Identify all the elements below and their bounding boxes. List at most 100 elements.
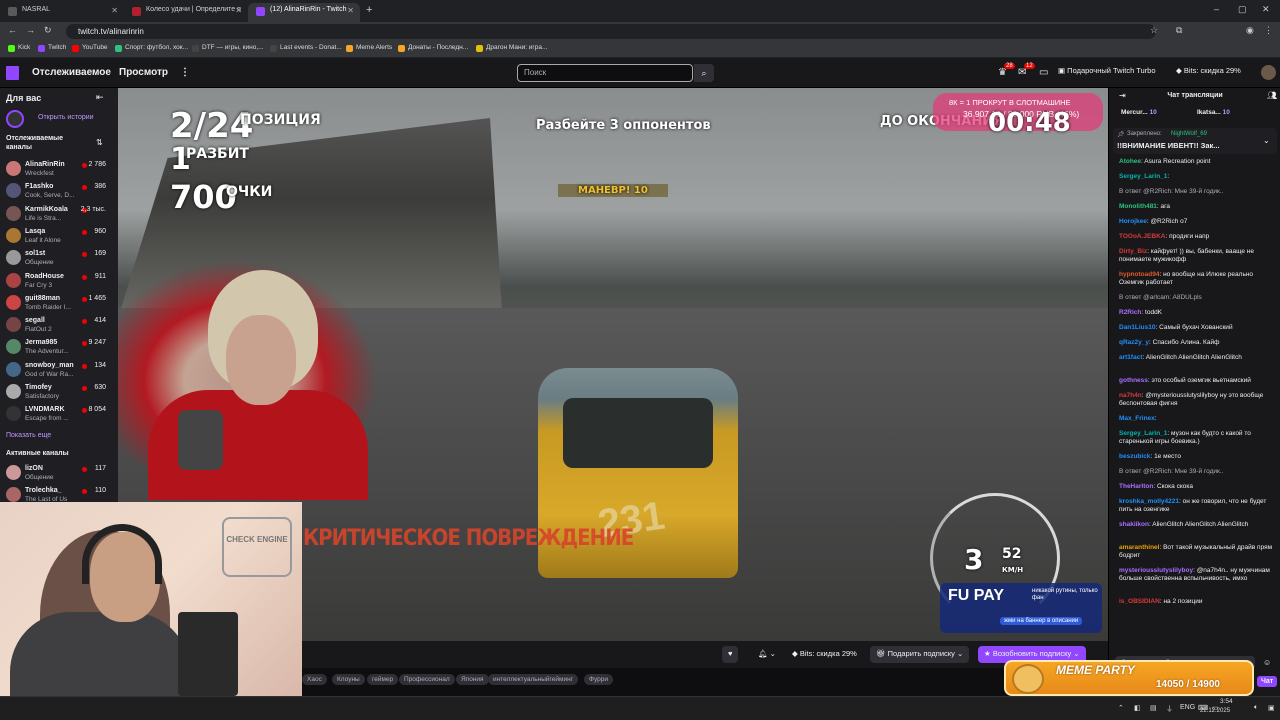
sort-icon[interactable]: ⇅ [96,138,103,147]
chat-send-button[interactable]: Чат [1257,676,1278,687]
url-field[interactable]: twitch.tv/alinarinrin [66,24,1156,39]
reload-icon[interactable]: ↻ [44,25,52,36]
stories-avatar[interactable] [6,110,24,128]
show-more-link[interactable]: Показать еще [6,432,51,439]
clock-date[interactable]: 22.12.2025 [1200,708,1230,714]
back-icon[interactable]: ← [8,25,17,35]
forward-icon[interactable]: → [26,25,35,35]
emote-picker-icon[interactable]: ☺ [1263,658,1271,667]
pinned-message[interactable]: 📌︎ Закреплено: NightWolf_69 !!ВНИМАНИЕ И… [1113,128,1277,154]
clock-time[interactable]: 3:54 [1220,698,1233,705]
fupay-ad-banner[interactable]: FU PAY никакой рутины, только фан жми на… [940,583,1102,633]
sidebar-channel-item[interactable]: KarmikKoala Life is Stra... 2,3 тыс. [0,203,118,225]
chat-username[interactable]: TheHarlton [1119,483,1153,490]
sidebar-channel-item[interactable]: Lasqa Leaf it Alone 960 [0,225,118,247]
gift-sub-button[interactable]: 🎁︎ Подарить подписку ⌄ [870,646,970,663]
chat-username[interactable]: is_OBSIDIAN [1119,598,1160,605]
chat-username[interactable]: Horojkee [1119,218,1147,225]
chat-users-icon[interactable]: 👥︎ [1267,91,1277,100]
close-window-icon[interactable]: ✕ [1262,4,1270,15]
chat-username[interactable]: Max_Frinex [1119,415,1155,422]
notifications-bell-icon[interactable]: 🔔︎ ⌄ [752,646,782,663]
minimize-icon[interactable]: – [1214,4,1219,14]
stream-tag[interactable]: геймер [367,674,399,685]
bookmark-item[interactable]: Kick [8,44,30,52]
chat-username[interactable]: Atohee [1119,158,1141,165]
user-avatar[interactable] [1261,65,1276,80]
chat-username[interactable]: amaranthinel [1119,544,1159,551]
sidebar-channel-item[interactable]: RoadHouse Far Cry 3 911 [0,270,118,292]
nav-browse[interactable]: Просмотр [119,67,168,78]
bookmark-item[interactable]: Meme Alerts [346,44,392,52]
sidebar-channel-item[interactable]: sol1st Общение 169 [0,247,118,269]
new-tab-button[interactable]: + [366,4,372,16]
nav-following[interactable]: Отслеживаемое [32,67,111,78]
extensions-icon[interactable]: ⧉ [1176,25,1182,36]
search-input[interactable]: Поиск [517,64,693,82]
stream-tag[interactable]: Профессионал [399,674,455,685]
sidebar-channel-item[interactable]: LVNDMARK Escape from ... 8 054 [0,403,118,425]
chat-username[interactable]: beszubick [1119,453,1150,460]
tab-close-icon[interactable]: ✕ [347,6,354,15]
chat-username[interactable]: gothness [1119,377,1148,384]
chat-username[interactable]: TOOoA.JEBKA [1119,233,1165,240]
usb-icon[interactable]: ⏚ [1166,704,1173,714]
leaderboard-entry[interactable]: Mercur... 10 [1121,109,1157,116]
menu-icon[interactable]: ⋮ [1264,25,1273,36]
language-indicator[interactable]: ENG [1180,704,1195,711]
sidebar-channel-item[interactable]: Timofey Satisfactory 630 [0,381,118,403]
chat-username[interactable]: mysteriousslutyslilyboy [1119,567,1193,574]
volume-icon[interactable]: 🔈︎ [1254,704,1258,712]
tab-close-icon[interactable]: ✕ [111,6,118,15]
profile-icon[interactable]: ◉ [1246,25,1254,36]
tab-close-icon[interactable]: ✕ [235,6,242,15]
sidebar-channel-item[interactable]: snowboy_man God of War Ra... 134 [0,359,118,381]
browser-tab-2[interactable]: (12) AlinaRinRin - Twitch ✕ [248,3,360,22]
open-stories-link[interactable]: Открыть истории [38,114,94,121]
nav-more-icon[interactable]: ⋮ [180,67,190,78]
sidebar-channel-item[interactable]: AlinaRinRin Wreckfest 2 786 [0,158,118,180]
stream-tag[interactable]: Фурри [584,674,613,685]
stream-tag[interactable]: Клоуны [332,674,365,685]
bookmark-star-icon[interactable]: ☆ [1150,25,1158,36]
chat-username[interactable]: kroshka_molly4221 [1119,498,1179,505]
chat-username[interactable]: Dan1Lius10 [1119,324,1156,331]
chat-username[interactable]: Sergey_Larin_1 [1119,430,1167,437]
notification-center-icon[interactable]: ▣ [1268,704,1275,712]
chat-username[interactable]: R2Rich [1119,309,1141,316]
chat-username[interactable]: art1fact [1119,354,1142,361]
twitch-logo-icon[interactable] [6,66,19,80]
sidebar-active-channel-item[interactable]: lizON Общение 117 [0,462,118,484]
chat-username[interactable]: qRaz2y_y [1119,339,1149,346]
sidebar-channel-item[interactable]: F1ashko Cook, Serve, D... 386 [0,180,118,202]
browser-tab-0[interactable]: NASRAL ✕ [0,3,124,22]
bookmark-item[interactable]: YouTube [72,44,108,52]
chat-username[interactable]: na7h4n [1119,392,1142,399]
bits-discount-button[interactable]: ◆ Bits: скидка 29% [786,646,863,663]
chat-username[interactable]: hypnotoad94 [1119,271,1159,278]
bookmark-item[interactable]: Twitch [38,44,66,52]
gift-turbo-button[interactable]: ▣ Подарочный Twitch Turbo [1058,66,1156,75]
bookmark-item[interactable]: Спорт: футбол, хок... [115,44,188,52]
browser-tab-1[interactable]: Колесо удачи | Определите п ✕ [124,3,248,22]
maximize-icon[interactable]: ▢ [1238,4,1247,15]
leaderboard-entry[interactable]: Ikatsa... 10 [1197,109,1230,116]
search-icon[interactable]: ⌕ [694,64,714,82]
chat-username[interactable]: Sergey_Larin_1 [1119,173,1167,180]
stream-tag[interactable]: интеллектуальныйгейминг [488,674,579,685]
stream-tag[interactable]: Япония [456,674,489,685]
bookmark-item[interactable]: Донаты - Последн... [398,44,468,52]
bookmark-item[interactable]: DTF — игры, кино,... [192,44,264,52]
tray-app-icon[interactable]: ◧ [1134,704,1141,712]
sidebar-channel-item[interactable]: Jerma985 The Adventur... 9 247 [0,336,118,358]
stream-tag[interactable]: Хаос [302,674,327,685]
chat-username[interactable]: shakiikon [1119,521,1149,528]
collapse-sidebar-icon[interactable]: ⇤ [96,92,104,103]
tray-chevron-icon[interactable]: ⌃ [1118,704,1124,712]
sidebar-channel-item[interactable]: segall FlatOut 2 414 [0,314,118,336]
sidebar-channel-item[interactable]: guit88man Tomb Raider I... 1 465 [0,292,118,314]
tray-app-icon[interactable]: ▤ [1150,704,1157,712]
whispers-icon[interactable]: ▭ [1039,67,1048,78]
get-bits-button[interactable]: ◆ Bits: скидка 29% [1176,66,1241,75]
chevron-down-icon[interactable]: ⌄ [1263,136,1270,145]
